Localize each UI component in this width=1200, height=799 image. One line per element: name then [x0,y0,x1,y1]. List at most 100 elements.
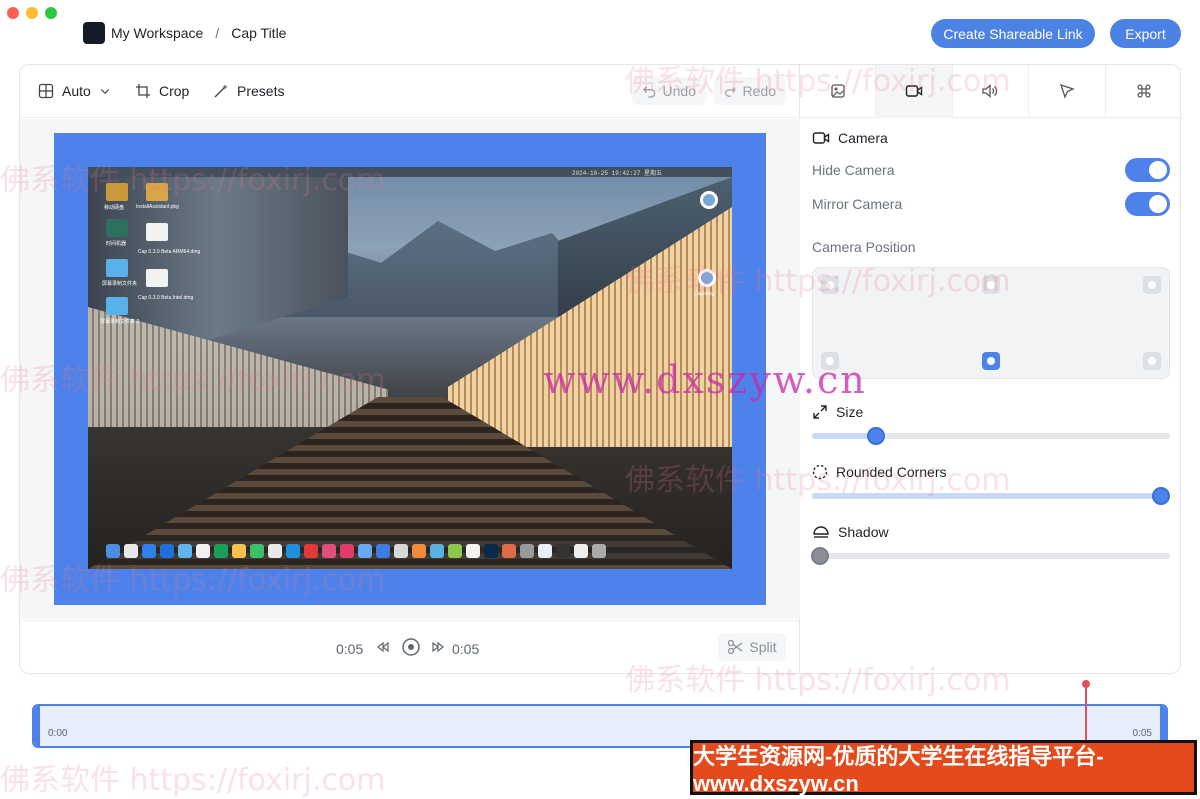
background-icon [831,84,845,98]
camera-overlay-icon [700,191,718,209]
app-icon [250,544,264,558]
finder-icon [106,544,120,558]
desktop-label: Cap.dmg [694,291,715,297]
export-button[interactable]: Export [1110,19,1181,48]
settings-icon [520,544,534,558]
audio-icon [982,84,998,98]
camera-icon [812,132,830,144]
camera-icon [905,85,923,97]
drive-icon [106,183,128,201]
redo-button[interactable]: Redo [714,77,786,105]
shadow-label: Shadow [838,524,889,540]
shadow-slider-thumb[interactable] [811,547,829,565]
scissors-icon [728,639,743,655]
app-icon [178,544,192,558]
app-icon [430,544,444,558]
size-slider[interactable] [812,427,1170,445]
timeline-end-time: 0:05 [1132,728,1152,739]
clip-start-handle[interactable] [34,706,40,746]
desktop-label: 屏幕录制文件夹 [102,281,138,287]
mirror-camera-label: Mirror Camera [812,196,903,212]
split-label: Split [749,639,777,655]
tab-camera[interactable] [876,65,953,117]
position-bottom-center[interactable] [982,352,1000,370]
position-top-right[interactable] [1143,276,1161,294]
sidebar-tabs [800,65,1182,118]
position-top-left[interactable] [821,276,839,294]
rounded-corners-section-title: Rounded Corners [812,464,947,480]
app-icon [358,544,372,558]
cap-dock-icon [538,544,552,558]
promo-banner: 大学生资源网-优质的大学生在线指导平台-www.dxszyw.cn [690,740,1197,796]
mac-dock [102,541,718,561]
redo-label: Redo [742,83,776,99]
shadow-slider[interactable] [811,547,1170,565]
disk-image-icon [146,269,168,287]
app-icon [376,544,390,558]
rewind-icon[interactable] [376,640,390,654]
folder-icon [106,297,128,315]
tab-cursor[interactable] [1029,65,1106,117]
undo-button[interactable]: Undo [632,77,706,105]
rounded-corners-slider-fill [812,493,1170,499]
desktop-label: InstallAssistant.pkg [136,204,179,210]
breadcrumb: My Workspace / Cap Title [111,25,286,41]
playback-bar: 0:05 0:05 Split [20,620,800,675]
breadcrumb-separator: / [215,25,220,41]
crop-icon [136,84,150,98]
create-shareable-link-button[interactable]: Create Shareable Link [931,19,1095,48]
position-top-center[interactable] [982,276,1000,294]
size-slider-thumb[interactable] [867,427,886,445]
desktop-label: Cap 0.3.0 Beta Intel.dmg [138,295,194,301]
app-icon [412,544,426,558]
size-section-title: Size [812,404,863,420]
workspace-logo-icon [83,22,105,44]
presets-button[interactable]: Presets [213,83,284,99]
timeline-start-time: 0:00 [48,728,68,739]
minimize-window-button[interactable] [26,7,38,19]
desktop-label: 时间机器 [106,241,127,247]
size-label: Size [836,404,864,420]
disk-image-icon [146,223,168,241]
aspect-ratio-dropdown[interactable]: Auto [38,83,111,99]
dashed-circle-icon [812,464,828,480]
fast-forward-icon[interactable] [431,640,445,654]
current-time: 0:05 [336,641,364,657]
crop-button[interactable]: Crop [135,83,189,99]
hide-camera-label: Hide Camera [812,162,895,178]
workspace-link[interactable]: My Workspace [111,25,203,41]
zoom-window-button[interactable] [45,7,57,19]
time-machine-icon [106,219,128,237]
app-icon [232,544,246,558]
close-window-button[interactable] [7,7,19,19]
chevron-down-icon [100,89,109,95]
desktop-label: Cap 0.3.0 Beta ARM64.dmg [138,249,201,255]
app-icon [322,544,336,558]
position-bottom-right[interactable] [1143,352,1161,370]
hide-camera-toggle[interactable] [1125,158,1170,182]
rounded-corners-slider-thumb[interactable] [1152,487,1170,505]
app-icon [448,544,462,558]
app-icon [304,544,318,558]
split-button[interactable]: Split [718,633,786,661]
presets-label: Presets [237,83,285,99]
undo-label: Undo [662,83,696,99]
title-bar: My Workspace / Cap Title Create Shareabl… [0,0,1200,64]
undo-icon [642,86,656,98]
total-time: 0:05 [452,641,480,657]
tab-audio[interactable] [953,65,1030,117]
rounded-corners-slider[interactable] [812,487,1170,505]
magic-wand-icon [214,84,228,98]
cursor-icon [1059,83,1075,99]
tab-shortcuts[interactable] [1106,65,1182,117]
shadow-icon [813,526,829,538]
mirror-camera-toggle[interactable] [1125,192,1170,216]
app-icon [340,544,354,558]
camera-title: Camera [838,130,888,146]
app-icon [142,544,156,558]
app-icon [286,544,300,558]
play-icon[interactable] [401,637,421,657]
tab-background[interactable] [800,65,877,117]
project-title[interactable]: Cap Title [231,25,286,41]
app-icon [196,544,210,558]
